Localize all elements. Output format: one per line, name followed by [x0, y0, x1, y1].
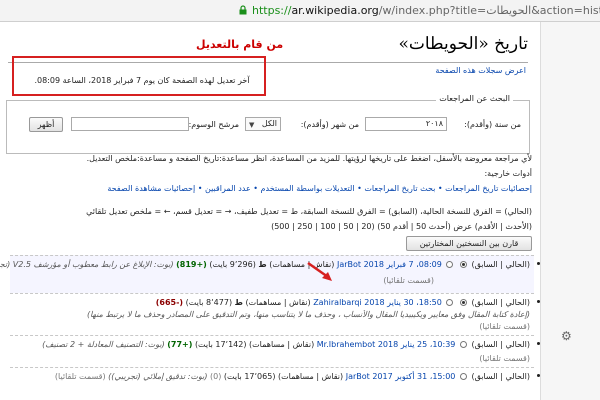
edit-summary: (بوت: الإبلاغ عن رابط معطوب أو مؤرشف V2.… — [0, 260, 174, 269]
annotation-label: من قام بالتعديل — [196, 38, 284, 51]
view-logs-link[interactable]: اعرض سجلات هذه الصفحة — [435, 66, 526, 75]
diff-links[interactable]: (الحالي | السابق) — [471, 298, 530, 307]
revision-timestamp[interactable]: 08:09، 7 فبراير 2018 — [364, 260, 442, 269]
annotation-arrow-icon — [307, 261, 332, 281]
month-select-value: الكل — [261, 119, 277, 128]
page-content: تاريخ «الحويطات» اعرض سجلات هذه الصفحة م… — [0, 22, 540, 400]
user-links[interactable]: (نقاش | مساهمات) — [245, 298, 310, 307]
list-bullet — [537, 262, 540, 265]
right-sidebar — [540, 22, 600, 400]
revision-user[interactable]: JarBot — [346, 372, 370, 381]
compare-revisions-button[interactable]: قارن بين النسختين المختارتين — [406, 236, 532, 251]
revision-radio-new[interactable] — [446, 299, 454, 306]
table-row: (الحالي | السابق) 18:50، 30 يناير 2018 Z… — [10, 293, 540, 335]
edit-summary: (بوت: التصنيف المعادلة + 2 تصنيف) — [42, 340, 165, 349]
minor-flag: ط — [234, 298, 243, 307]
revision-tags: (قسمت تلقائيا) — [479, 354, 530, 363]
revision-radio-new[interactable] — [446, 261, 454, 268]
list-bullet — [537, 374, 540, 377]
revision-user[interactable]: Zahiralbarqi — [313, 298, 362, 307]
edit-summary: (بوت: تدقيق إملائي (تجريبي)) — [108, 372, 208, 381]
browser-address-bar[interactable]: https://ar.wikipedia.org/w/index.php?tit… — [0, 0, 600, 22]
gear-icon[interactable]: ⚙ — [561, 329, 572, 343]
diff-links[interactable]: (الحالي | السابق) — [471, 340, 530, 349]
url-path: /w/index.php?title=الحويطات&action=histo… — [378, 4, 600, 17]
revision-list: (الحالي | السابق) 08:09، 7 فبراير 2018 J… — [0, 255, 540, 400]
table-row: (الحالي | السابق) 10:39، 25 يناير 2018 M… — [10, 335, 540, 367]
table-row: (الحالي | السابق) 15:00، 31 أكتوبر 2017 … — [10, 367, 540, 400]
user-links[interactable]: (نقاش | مساهمات) — [278, 372, 343, 381]
revision-user[interactable]: JarBot — [337, 260, 361, 269]
url-scheme: https:// — [252, 4, 292, 17]
diff-links[interactable]: (الحالي | السابق) — [471, 372, 530, 381]
revision-timestamp[interactable]: 18:50، 30 يناير 2018 — [364, 298, 442, 307]
external-tools-label: أدوات خارجية: — [484, 169, 532, 178]
history-legend: (الحالي) = الفرق للنسخة الحالية، (السابق… — [86, 207, 532, 216]
show-button[interactable]: أظهر — [29, 117, 63, 132]
size-delta: (+77) — [167, 340, 193, 349]
lock-icon — [239, 5, 247, 15]
revision-size: (8٬477 بايت) — [185, 298, 233, 307]
year-label: من سنة (وأقدم): — [464, 120, 521, 129]
size-delta: (0) — [210, 372, 222, 381]
revision-tags: (قسمت تلقائيا) — [383, 276, 434, 285]
minor-flag: ط — [258, 260, 267, 269]
tag-filter-input[interactable] — [71, 117, 189, 131]
paging-links[interactable]: (الأحدث | الأقدم) عرض (أحدث 50 | أقدم 50… — [271, 222, 532, 231]
diff-links[interactable]: (الحالي | السابق) — [471, 260, 530, 269]
size-delta: (-665) — [155, 298, 184, 307]
chevron-down-icon: ▼ — [249, 121, 255, 129]
revision-user[interactable]: Mr.Ibrahembot — [317, 340, 376, 349]
page-title: تاريخ «الحويطات» — [398, 34, 528, 54]
revision-timestamp[interactable]: 10:39، 25 يناير 2018 — [378, 340, 456, 349]
revision-size: (9٬296 بايت) — [209, 260, 256, 269]
revision-size: (17٬142 بايت) — [194, 340, 247, 349]
revision-radio-old[interactable] — [459, 341, 467, 348]
tag-filter-label: مرشح الوسوم: — [188, 120, 239, 129]
month-select[interactable]: الكل ▼ — [245, 117, 281, 131]
edit-summary: (إعادة كتابة المقال وفق معايير ويكيبيديا… — [87, 310, 530, 319]
year-input[interactable]: ٢٠١٨ — [365, 117, 447, 131]
url-text[interactable]: https://ar.wikipedia.org/w/index.php?tit… — [252, 4, 600, 17]
month-label: من شهر (وأقدم): — [300, 120, 359, 129]
user-links[interactable]: (نقاش | مساهمات) — [249, 340, 314, 349]
list-bullet — [537, 342, 540, 345]
revision-search-fieldset: البحث عن المراجعات من سنة (وأقدم): ٢٠١٨ … — [6, 94, 530, 154]
last-modified-notice: آخر تعديل لهذه الصفحة كان يوم 7 فبراير 2… — [34, 76, 250, 85]
help-text: لأي مراجعة معروضة بالأسفل، اضغط على تاري… — [86, 154, 532, 163]
table-row: (الحالي | السابق) 08:09، 7 فبراير 2018 J… — [0, 255, 540, 293]
revision-tags: (قسمت تلقائيا) — [479, 322, 530, 331]
revision-size: (17٬065 بايت) — [223, 372, 276, 381]
revision-tags: (قسمت تلقائيا) — [54, 372, 106, 381]
revision-radio-old[interactable] — [459, 261, 467, 268]
size-delta: (+819) — [176, 260, 207, 269]
external-tools-links[interactable]: إحصائيات تاريخ المراجعات • بحث تاريخ الم… — [107, 184, 532, 193]
revision-radio-old[interactable] — [459, 299, 467, 306]
url-host: ar.wikipedia.org — [291, 4, 379, 17]
revision-timestamp[interactable]: 15:00، 31 أكتوبر 2017 — [372, 372, 455, 381]
revision-radio-old[interactable] — [459, 373, 467, 380]
search-legend: البحث عن المراجعات — [436, 94, 513, 103]
list-bullet — [537, 300, 540, 303]
